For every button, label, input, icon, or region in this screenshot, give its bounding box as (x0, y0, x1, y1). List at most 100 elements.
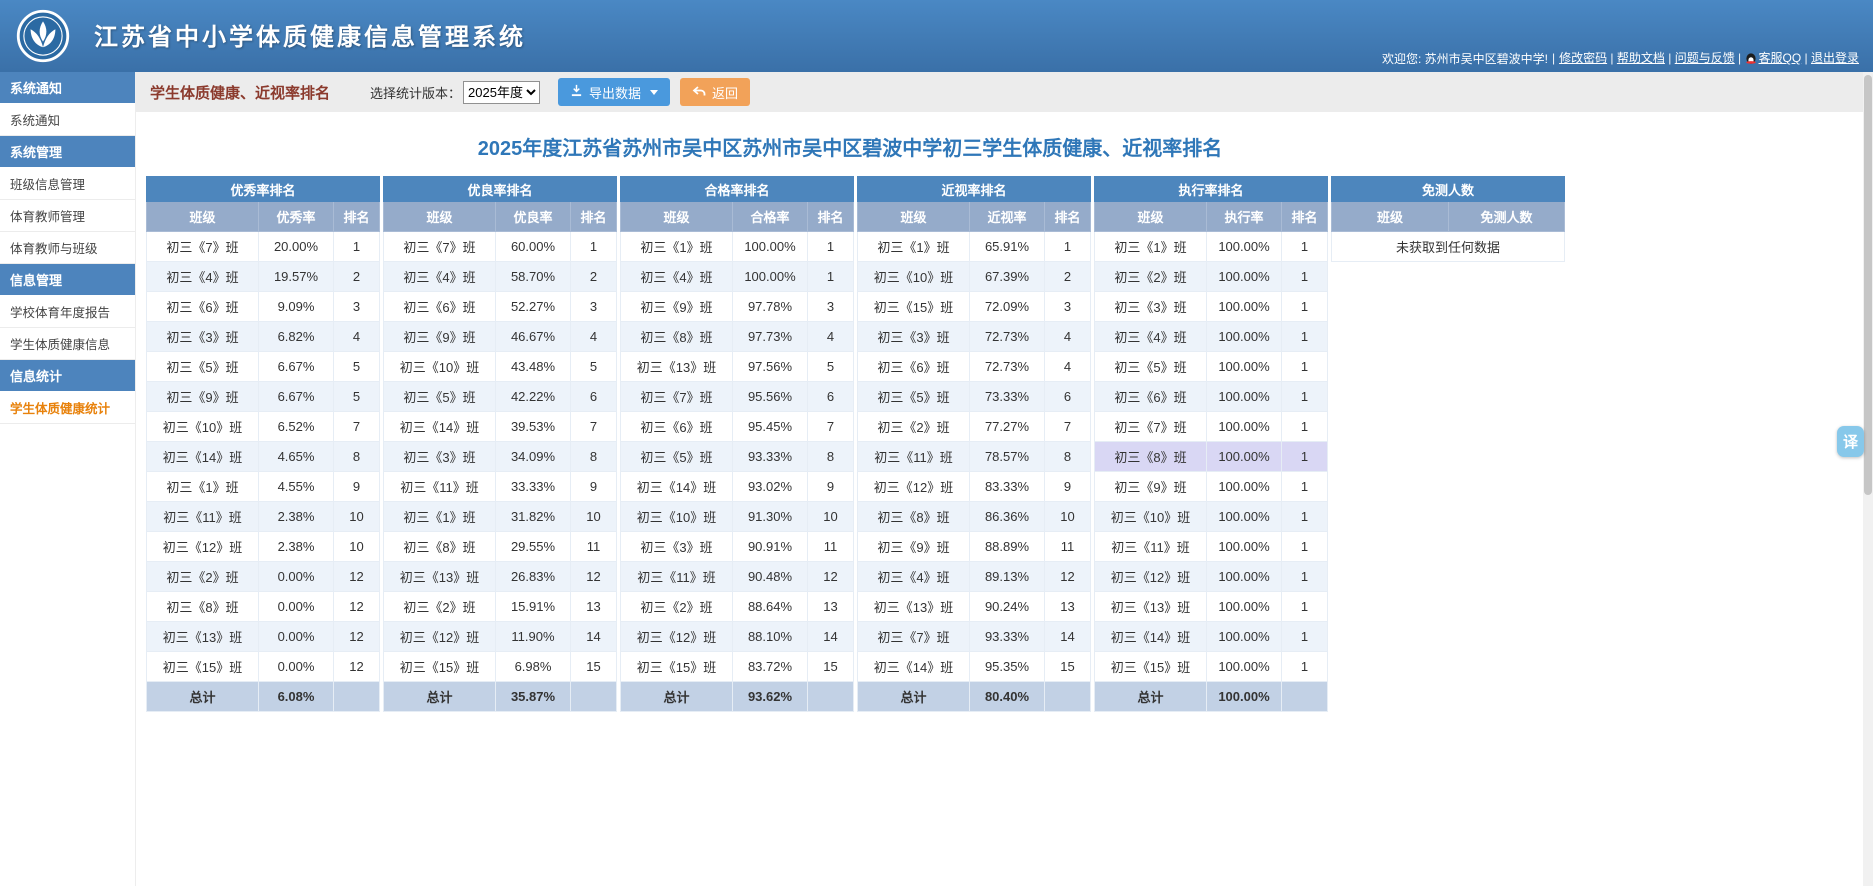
app-header: 江苏省中小学体质健康信息管理系统 欢迎您: 苏州市吴中区碧波中学! | 修改密码… (0, 0, 1873, 72)
sidebar-item-10[interactable]: 学生体质健康统计 (0, 392, 135, 424)
column-header: 优秀率 (258, 201, 334, 232)
column-header: 排名 (1044, 201, 1091, 232)
table-title: 免测人数 (1330, 176, 1566, 202)
no-data-message: 未获取到任何数据 (1330, 231, 1566, 262)
sidebar-group-0[interactable]: 系统通知 (0, 72, 135, 104)
sidebar-item-1[interactable]: 系统通知 (0, 104, 135, 136)
sidebar-item-4[interactable]: 体育教师管理 (0, 200, 135, 232)
sidebar-item-3[interactable]: 班级信息管理 (0, 168, 135, 200)
table-row: 初三《11》班 78.57% 8 (857, 441, 1091, 472)
table-title: 近视率排名 (857, 176, 1091, 202)
toolbar: 学生体质健康、近视率排名 选择统计版本： 2025年度 导出数据 返回 (136, 72, 1873, 112)
sidebar-group-2[interactable]: 系统管理 (0, 136, 135, 168)
scrollbar[interactable] (1863, 72, 1873, 886)
table-row: 初三《5》班 100.00% 1 (1094, 351, 1328, 382)
table-row: 初三《8》班 100.00% 1 (1094, 441, 1328, 472)
rank-table-3: 合格率排名 班级 合格率 排名 初三《1》班 100.00% 1 初三《4》班 100.00% 1… (620, 176, 854, 712)
table-row: 初三《2》班 88.64% 13 (620, 591, 854, 622)
caret-down-icon (650, 89, 659, 95)
report-title: 2025年度江苏省苏州市吴中区苏州市吴中区碧波中学初三学生体质健康、近视率排名 (477, 138, 1223, 160)
table-row: 初三《13》班 100.00% 1 (1094, 591, 1328, 622)
column-header: 合格率 (732, 201, 808, 232)
table-title: 优良率排名 (383, 176, 617, 202)
table-row: 初三《10》班 6.52% 7 (146, 411, 380, 442)
table-row: 初三《15》班 83.72% 15 (620, 651, 854, 682)
column-header: 排名 (1281, 201, 1328, 232)
table-row: 初三《15》班 6.98% 15 (383, 651, 617, 682)
feedback-link[interactable]: 问题与反馈 (1675, 51, 1735, 65)
sidebar-group-9[interactable]: 信息统计 (0, 360, 135, 392)
table-row: 初三《15》班 100.00% 1 (1094, 651, 1328, 682)
header-links-list: 修改密码 | 帮助文档 | 问题与反馈 | 客服QQ | 退出登录 (1559, 51, 1859, 65)
table-row: 初三《3》班 100.00% 1 (1094, 291, 1328, 322)
rank-table-1: 优秀率排名 班级 优秀率 排名 初三《7》班 20.00% 1 初三《4》班 19.57% 2 初三… (146, 176, 380, 712)
table-row: 初三《5》班 73.33% 6 (857, 381, 1091, 412)
table-row: 初三《4》班 58.70% 2 (383, 261, 617, 292)
back-button[interactable]: 返回 (680, 78, 751, 106)
table-row: 初三《12》班 2.38% 10 (146, 531, 380, 562)
sidebar-item-7[interactable]: 学校体育年度报告 (0, 296, 135, 328)
app-title: 江苏省中小学体质健康信息管理系统 (94, 24, 526, 51)
rank-table-6: 免测人数 班级 免测人数 未获取到任何数据 (1330, 176, 1566, 262)
welcome-text: 欢迎您: 苏州市吴中区碧波中学! (1381, 51, 1548, 66)
export-data-button[interactable]: 导出数据 (558, 78, 671, 106)
ranking-tables: 优秀率排名 班级 优秀率 排名 初三《7》班 20.00% 1 初三《4》班 19.57% 2 初三… (136, 176, 1873, 712)
table-row: 初三《2》班 15.91% 13 (383, 591, 617, 622)
total-row: 总计 100.00% (1094, 681, 1328, 712)
total-row: 总计 35.87% (383, 681, 617, 712)
table-row: 初三《13》班 0.00% 12 (146, 621, 380, 652)
column-header: 排名 (333, 201, 380, 232)
qq-support-link[interactable]: 客服QQ (1759, 51, 1802, 65)
table-row: 初三《5》班 42.22% 6 (383, 381, 617, 412)
table-row: 初三《15》班 72.09% 3 (857, 291, 1091, 322)
table-title: 优秀率排名 (146, 176, 380, 202)
table-row: 初三《8》班 97.73% 4 (620, 321, 854, 352)
table-row: 初三《6》班 52.27% 3 (383, 291, 617, 322)
table-row: 初三《1》班 100.00% 1 (1094, 231, 1328, 262)
back-label: 返回 (712, 85, 739, 101)
table-row: 初三《11》班 33.33% 9 (383, 471, 617, 502)
table-row: 初三《8》班 86.36% 10 (857, 501, 1091, 532)
table-row: 初三《1》班 100.00% 1 (620, 231, 854, 262)
table-row: 初三《12》班 88.10% 14 (620, 621, 854, 652)
sidebar-item-5[interactable]: 体育教师与班级 (0, 232, 135, 264)
version-select[interactable]: 2025年度 (463, 80, 541, 104)
table-row: 初三《4》班 89.13% 12 (857, 561, 1091, 592)
translate-button[interactable]: 译 (1837, 426, 1864, 457)
column-header: 排名 (807, 201, 854, 232)
column-header: 班级 (146, 201, 259, 232)
download-icon (570, 84, 583, 100)
sidebar-item-8[interactable]: 学生体质健康信息 (0, 328, 135, 360)
sidebar-nav: 系统通知 系统通知 系统管理 班级信息管理 体育教师管理 体育教师与班级 信息管理 学校体育年… (0, 72, 135, 424)
column-header: 执行率 (1206, 201, 1282, 232)
table-row: 初三《12》班 11.90% 14 (383, 621, 617, 652)
table-row: 初三《7》班 95.56% 6 (620, 381, 854, 412)
table-row: 初三《13》班 97.56% 5 (620, 351, 854, 382)
change-password-link[interactable]: 修改密码 (1559, 51, 1607, 65)
table-row: 初三《14》班 93.02% 9 (620, 471, 854, 502)
logout-link[interactable]: 退出登录 (1811, 51, 1859, 65)
sidebar-group-6[interactable]: 信息管理 (0, 264, 135, 296)
version-select-label: 选择统计版本： (370, 85, 462, 101)
table-row: 初三《13》班 26.83% 12 (383, 561, 617, 592)
table-row: 初三《11》班 100.00% 1 (1094, 531, 1328, 562)
main-content: 学生体质健康、近视率排名 选择统计版本： 2025年度 导出数据 返回 2025… (136, 72, 1873, 886)
table-row: 初三《14》班 100.00% 1 (1094, 621, 1328, 652)
table-row: 初三《10》班 67.39% 2 (857, 261, 1091, 292)
column-header: 班级 (1094, 201, 1207, 232)
column-header: 优良率 (495, 201, 571, 232)
total-row: 总计 93.62% (620, 681, 854, 712)
table-row: 初三《7》班 20.00% 1 (146, 231, 380, 262)
column-header: 近视率 (969, 201, 1045, 232)
rank-table-2: 优良率排名 班级 优良率 排名 初三《7》班 60.00% 1 初三《4》班 58.70% 2 初三… (383, 176, 617, 712)
table-row: 初三《13》班 90.24% 13 (857, 591, 1091, 622)
table-row: 初三《8》班 0.00% 12 (146, 591, 380, 622)
table-row: 初三《7》班 60.00% 1 (383, 231, 617, 262)
table-row: 初三《1》班 65.91% 1 (857, 231, 1091, 262)
help-doc-link[interactable]: 帮助文档 (1617, 51, 1665, 65)
header-links: 欢迎您: 苏州市吴中区碧波中学! | 修改密码 | 帮助文档 | 问题与反馈 |… (1381, 51, 1859, 66)
table-row: 初三《4》班 100.00% 1 (620, 261, 854, 292)
table-title: 合格率排名 (620, 176, 854, 202)
scrollbar-thumb[interactable] (1864, 75, 1872, 495)
table-row: 初三《3》班 34.09% 8 (383, 441, 617, 472)
